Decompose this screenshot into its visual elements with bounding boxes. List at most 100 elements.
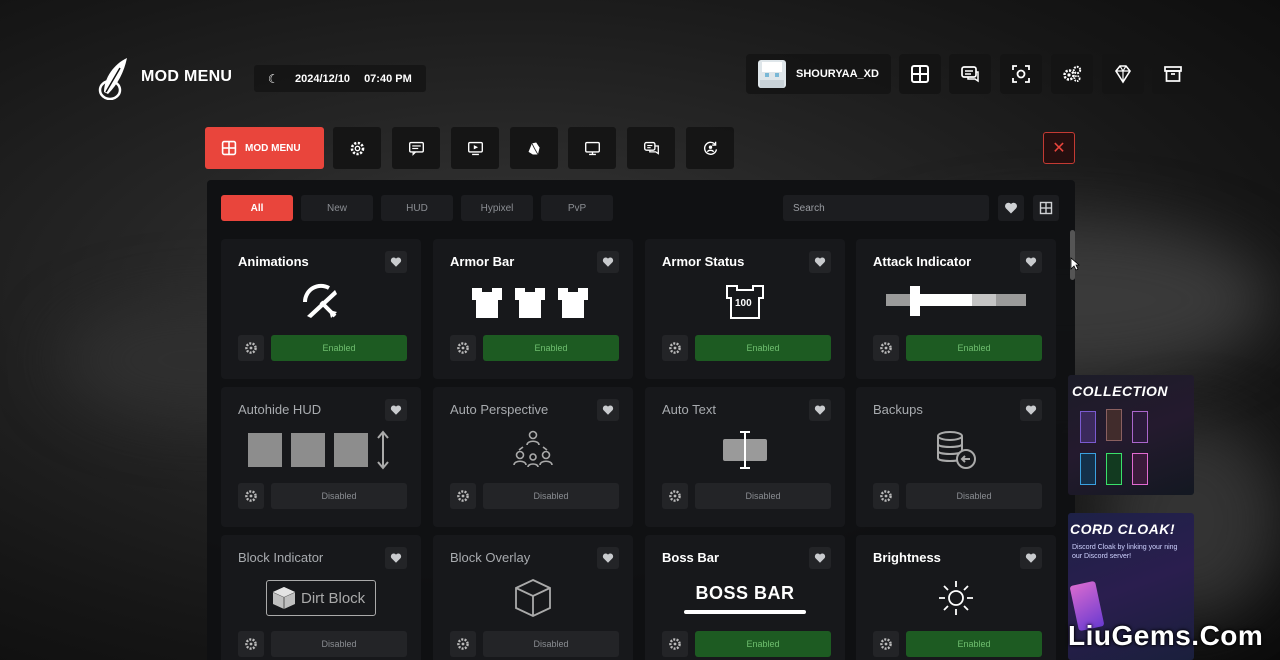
block-name: Dirt Block [301, 589, 366, 607]
favorite-button[interactable] [385, 547, 407, 569]
favorite-button[interactable] [597, 399, 619, 421]
mod-settings-button[interactable] [662, 483, 688, 509]
tab-messages[interactable] [392, 127, 440, 169]
banner-title: COLLECTION [1072, 383, 1168, 399]
search-input[interactable] [783, 195, 989, 221]
mod-toggle[interactable]: Disabled [906, 483, 1042, 509]
sun-icon [856, 573, 1056, 623]
tab-profiles[interactable] [686, 127, 734, 169]
mod-card-attack-indicator[interactable]: Attack Indicator Enabled [856, 239, 1056, 379]
time-text: 07:40 PM [364, 72, 412, 85]
heart-icon [814, 553, 826, 563]
cosmetics-icon [528, 142, 540, 155]
close-button[interactable]: ✕ [1043, 132, 1075, 164]
heart-icon [602, 405, 614, 415]
mod-toggle[interactable]: Disabled [483, 631, 619, 657]
auto-text-art-icon [645, 425, 845, 475]
mod-card-armor-status[interactable]: Armor Status 100 Enabled [645, 239, 845, 379]
favorite-button[interactable] [809, 399, 831, 421]
gear-icon [350, 141, 364, 155]
favorite-button[interactable] [1020, 547, 1042, 569]
mod-settings-button[interactable] [450, 335, 476, 361]
mod-settings-button[interactable] [873, 483, 899, 509]
mod-toggle[interactable]: Enabled [695, 631, 831, 657]
mod-card-auto-text[interactable]: Auto Text Disabled [645, 387, 845, 527]
favorite-button[interactable] [597, 547, 619, 569]
scrollbar[interactable] [1070, 230, 1075, 280]
mod-settings-button[interactable] [662, 335, 688, 361]
mod-settings-button[interactable] [873, 335, 899, 361]
mod-settings-button[interactable] [238, 631, 264, 657]
top-grid-button[interactable] [899, 54, 941, 94]
banner-text: Discord Cloak by linking your ning our D… [1072, 544, 1178, 560]
mod-toggle[interactable]: Disabled [483, 483, 619, 509]
mod-toggle[interactable]: Enabled [483, 335, 619, 361]
mod-card-backups[interactable]: Backups Disabled [856, 387, 1056, 527]
favorite-button[interactable] [385, 399, 407, 421]
collection-banner[interactable]: COLLECTION [1068, 375, 1194, 495]
heart-icon [602, 553, 614, 563]
mod-settings-button[interactable] [873, 631, 899, 657]
mod-settings-button[interactable] [662, 631, 688, 657]
mod-card-autohide-hud[interactable]: Autohide HUD Disabled [221, 387, 421, 527]
grid-view-button[interactable] [1033, 195, 1059, 221]
filter-hypixel[interactable]: Hypixel [461, 195, 533, 221]
mod-card-armor-bar[interactable]: Armor Bar Enabled [433, 239, 633, 379]
filter-pvp[interactable]: PvP [541, 195, 613, 221]
username: SHOURYAA_XD [796, 68, 879, 80]
favorite-button[interactable] [1020, 251, 1042, 273]
favorite-button[interactable] [809, 547, 831, 569]
perspective-art-icon [433, 425, 633, 475]
mod-settings-button[interactable] [238, 335, 264, 361]
mod-toggle[interactable]: Enabled [906, 631, 1042, 657]
tab-display[interactable] [568, 127, 616, 169]
filter-all[interactable]: All [221, 195, 293, 221]
grid-icon [911, 65, 929, 83]
mod-settings-button[interactable] [450, 483, 476, 509]
top-diamond-button[interactable] [1102, 54, 1144, 94]
gear-icon [669, 490, 681, 502]
tab-cosmetics[interactable] [510, 127, 558, 169]
heart-icon [1025, 257, 1037, 267]
favorite-button[interactable] [385, 251, 407, 273]
mod-toggle[interactable]: Disabled [271, 483, 407, 509]
favorite-button[interactable] [1020, 399, 1042, 421]
cube-icon [433, 573, 633, 623]
mod-card-animations[interactable]: Animations Enabled [221, 239, 421, 379]
favorites-filter-button[interactable] [998, 195, 1024, 221]
top-chat-button[interactable] [949, 54, 991, 94]
filter-new[interactable]: New [301, 195, 373, 221]
filter-hud[interactable]: HUD [381, 195, 453, 221]
tab-replay[interactable] [451, 127, 499, 169]
top-settings-button[interactable] [1051, 54, 1093, 94]
mod-card-auto-perspective[interactable]: Auto Perspective Disabled [433, 387, 633, 527]
tab-chat[interactable] [627, 127, 675, 169]
mod-card-brightness[interactable]: Brightness Enabled [856, 535, 1056, 660]
armor-bar-art-icon [433, 277, 633, 327]
mod-toggle[interactable]: Enabled [906, 335, 1042, 361]
mod-toggle[interactable]: Enabled [695, 335, 831, 361]
grid-icon [221, 140, 237, 156]
top-screenshot-button[interactable] [1000, 54, 1042, 94]
heart-icon [390, 553, 402, 563]
tab-settings[interactable] [333, 127, 381, 169]
favorite-button[interactable] [597, 251, 619, 273]
heart-icon [390, 257, 402, 267]
armor-status-art-icon: 100 [645, 277, 845, 327]
favorite-button[interactable] [809, 251, 831, 273]
mod-toggle[interactable]: Enabled [271, 335, 407, 361]
user-profile[interactable]: SHOURYAA_XD [746, 54, 891, 94]
tab-mod-menu[interactable]: MOD MENU [205, 127, 324, 169]
heart-icon [390, 405, 402, 415]
dirt-block-icon [272, 587, 296, 609]
mod-toggle[interactable]: Disabled [695, 483, 831, 509]
top-archive-button[interactable] [1152, 54, 1194, 94]
heart-icon [1025, 405, 1037, 415]
watermark: LiuGems.Com [1068, 620, 1264, 651]
mod-card-block-overlay[interactable]: Block Overlay Disabled [433, 535, 633, 660]
mod-settings-button[interactable] [450, 631, 476, 657]
mod-settings-button[interactable] [238, 483, 264, 509]
mod-toggle[interactable]: Disabled [271, 631, 407, 657]
mod-card-boss-bar[interactable]: Boss Bar BOSS BAR Enabled [645, 535, 845, 660]
mod-card-block-indicator[interactable]: Block Indicator Dirt Block Disabled [221, 535, 421, 660]
